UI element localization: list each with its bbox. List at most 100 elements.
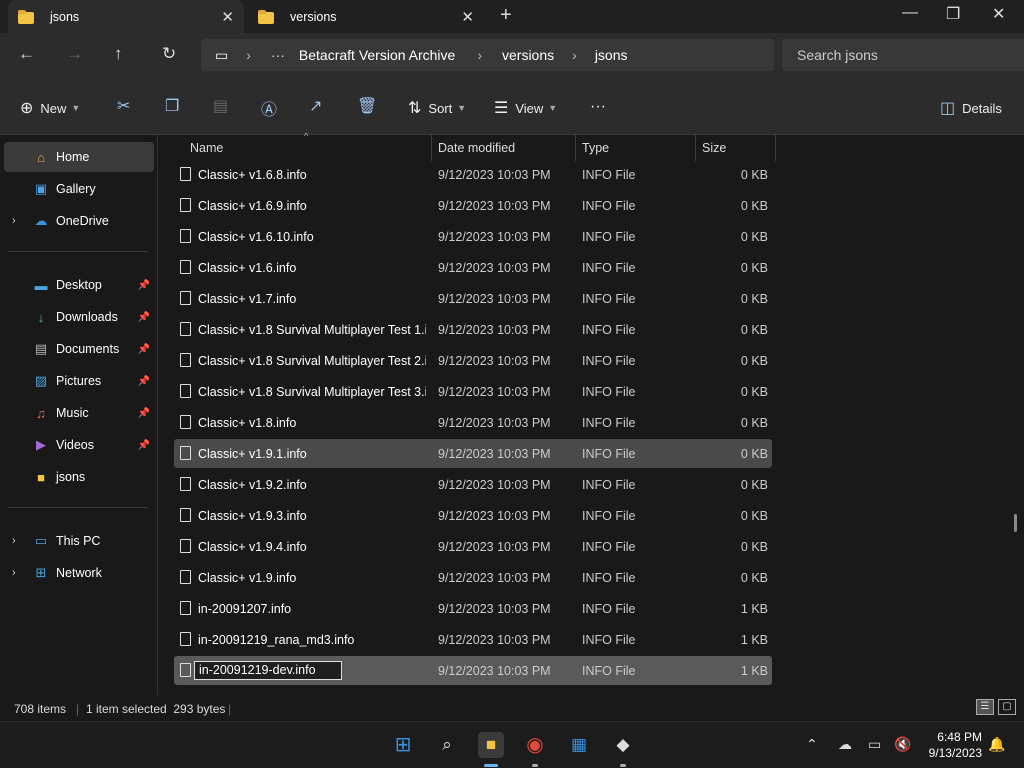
details-view-icon[interactable]: ☰	[976, 699, 994, 715]
pin-icon[interactable]: 📌	[138, 440, 150, 451]
close-icon[interactable]: ✕	[221, 8, 234, 26]
rename-icon[interactable]: Ⓐ	[261, 96, 277, 120]
notification-icon[interactable]: 🔔	[988, 736, 1005, 753]
refresh-icon[interactable]: ↻	[162, 44, 176, 64]
sidebar-item-network[interactable]: › ⊞ Network	[4, 558, 154, 588]
pin-icon[interactable]: 📌	[138, 312, 150, 323]
file-icon	[180, 632, 191, 646]
file-date: 9/12/2023 10:03 PM	[438, 477, 551, 492]
roblox-icon[interactable]: ◆	[610, 732, 636, 758]
chevron-right-icon[interactable]: ›	[12, 535, 16, 547]
search-icon[interactable]: ⌕	[434, 732, 460, 758]
network-tray-icon[interactable]: ▭	[868, 736, 881, 753]
breadcrumb-item[interactable]: versions	[502, 47, 554, 63]
sort-button[interactable]: ⇅ Sort ▼	[408, 98, 466, 118]
tiles-view-icon[interactable]: ▢	[998, 699, 1016, 715]
file-row[interactable]: Classic+ v1.6.9.info 9/12/2023 10:03 PM IN…	[174, 191, 772, 220]
file-row[interactable]: Classic+ v1.9.info 9/12/2023 10:03 PM INFO…	[174, 563, 772, 592]
column-type[interactable]: Type	[582, 141, 609, 155]
chrome-icon[interactable]: ◉	[522, 732, 548, 758]
file-row[interactable]: Classic+ v1.6.10.info 9/12/2023 10:03 PM I…	[174, 222, 772, 251]
pin-icon[interactable]: 📌	[138, 376, 150, 387]
sidebar-item-jsons[interactable]: ■ jsons	[4, 462, 154, 492]
column-divider[interactable]	[575, 135, 576, 161]
sidebar-item-onedrive[interactable]: › ☁ OneDrive	[4, 206, 154, 236]
file-row[interactable]: Classic+ v1.9.3.info 9/12/2023 10:03 PM IN…	[174, 501, 772, 530]
file-row[interactable]: in-20091219-dev.info 9/12/2023 10:03 PM IN…	[174, 656, 772, 685]
selection-info: 1 item selected 293 bytes	[86, 702, 226, 716]
file-row[interactable]: Classic+ v1.8 Survival Multiplayer Test …	[174, 315, 772, 344]
column-size[interactable]: Size	[702, 141, 726, 155]
file-type: INFO File	[582, 291, 636, 306]
more-button[interactable]: ···	[590, 98, 606, 116]
start-icon[interactable]: ⊞	[390, 732, 416, 758]
sidebar-item-documents[interactable]: ▤ Documents 📌	[4, 334, 154, 364]
column-date[interactable]: Date modified	[438, 141, 515, 155]
chevron-right-icon[interactable]: ›	[12, 215, 16, 227]
file-row[interactable]: Classic+ v1.9.2.info 9/12/2023 10:03 PM IN…	[174, 470, 772, 499]
delete-icon[interactable]: 🗑	[357, 96, 377, 116]
column-divider[interactable]	[695, 135, 696, 161]
minimize-icon[interactable]: —	[902, 4, 918, 22]
file-row[interactable]: Classic+ v1.9.1.info 9/12/2023 10:03 PM IN…	[174, 439, 772, 468]
restore-icon[interactable]: ❐	[946, 4, 960, 24]
file-row[interactable]: in-20091219_rana_md3.info 9/12/2023 10:03…	[174, 625, 772, 654]
pin-icon[interactable]: 📌	[138, 280, 150, 291]
forward-icon[interactable]: →	[66, 44, 83, 64]
pin-icon[interactable]: 📌	[138, 408, 150, 419]
file-explorer-icon[interactable]: ■	[478, 732, 504, 758]
file-row[interactable]: Classic+ v1.8 Survival Multiplayer Test …	[174, 377, 772, 406]
column-name[interactable]: Name	[190, 141, 223, 155]
file-size: 0 KB	[740, 167, 768, 182]
share-icon[interactable]: ↗	[309, 96, 322, 116]
file-row[interactable]: Classic+ v1.7.info 9/12/2023 10:03 PM INFO…	[174, 284, 772, 313]
tab-versions[interactable]: versions ✕	[248, 0, 484, 33]
up-icon[interactable]: ↑	[114, 44, 123, 64]
file-row[interactable]: Classic+ v1.8 Survival Multiplayer Test …	[174, 346, 772, 375]
sidebar-item-downloads[interactable]: ↓ Downloads 📌	[4, 302, 154, 332]
paste-icon[interactable]: ▤	[213, 96, 228, 116]
breadcrumb-overflow[interactable]: ···	[271, 47, 285, 63]
new-tab-icon[interactable]: +	[500, 4, 512, 27]
sidebar-item-gallery[interactable]: ▣ Gallery	[4, 174, 154, 204]
column-divider[interactable]	[431, 135, 432, 161]
clock[interactable]: 6:48 PM 9/13/2023	[929, 729, 982, 761]
file-row[interactable]: Classic+ v1.6.info 9/12/2023 10:03 PM INFO…	[174, 253, 772, 282]
file-row[interactable]: in-20091207.info 9/12/2023 10:03 PM INFO F…	[174, 594, 772, 623]
column-divider[interactable]	[775, 135, 776, 161]
close-icon[interactable]: ✕	[461, 8, 474, 26]
sidebar-item-desktop[interactable]: ▬ Desktop 📌	[4, 270, 154, 300]
sidebar-item-videos[interactable]: ▶ Videos 📌	[4, 430, 154, 460]
sidebar-item-home[interactable]: ⌂ Home	[4, 142, 154, 172]
chevron-right-icon[interactable]: ›	[12, 567, 16, 579]
search-input[interactable]: Search jsons	[782, 39, 1024, 71]
copy-icon[interactable]: ❐	[165, 96, 179, 116]
new-button[interactable]: ⊕ New ▼	[20, 98, 80, 118]
cut-icon[interactable]: ✂	[117, 96, 130, 116]
sidebar-item-pictures[interactable]: ▨ Pictures 📌	[4, 366, 154, 396]
sidebar-item-label: Downloads	[56, 310, 118, 324]
breadcrumb-item[interactable]: Betacraft Version Archive	[299, 47, 455, 63]
file-row[interactable]: Classic+ v1.8.info 9/12/2023 10:03 PM INFO…	[174, 408, 772, 437]
file-row[interactable]: Classic+ v1.6.8.info 9/12/2023 10:03 PM IN…	[174, 160, 772, 189]
store-icon[interactable]: ▦	[566, 732, 592, 758]
volume-muted-icon[interactable]: 🔇	[894, 736, 911, 753]
view-button[interactable]: ☰ View ▼	[494, 98, 557, 118]
documents-icon: ▤	[34, 341, 48, 356]
sidebar-item-label: Gallery	[56, 182, 96, 196]
rename-input[interactable]: in-20091219-dev.info	[194, 661, 342, 680]
address-bar[interactable]: ▭ › ··· Betacraft Version Archive › vers…	[201, 39, 774, 71]
file-row[interactable]: Classic+ v1.9.4.info 9/12/2023 10:03 PM IN…	[174, 532, 772, 561]
pin-icon[interactable]: 📌	[138, 344, 150, 355]
sidebar-item-this-pc[interactable]: › ▭ This PC	[4, 526, 154, 556]
file-type: INFO File	[582, 322, 636, 337]
window-close-icon[interactable]: ✕	[992, 4, 1005, 24]
breadcrumb-item[interactable]: jsons	[595, 47, 628, 63]
onedrive-tray-icon[interactable]: ☁	[838, 736, 852, 753]
sidebar-item-music[interactable]: ♫ Music 📌	[4, 398, 154, 428]
chevron-up-icon[interactable]: ⌃	[806, 736, 818, 753]
details-button[interactable]: ◫ Details	[940, 98, 1002, 118]
scrollbar-thumb[interactable]	[1014, 514, 1017, 532]
back-icon[interactable]: ←	[18, 44, 35, 64]
tab-jsons[interactable]: jsons ✕	[8, 0, 244, 33]
